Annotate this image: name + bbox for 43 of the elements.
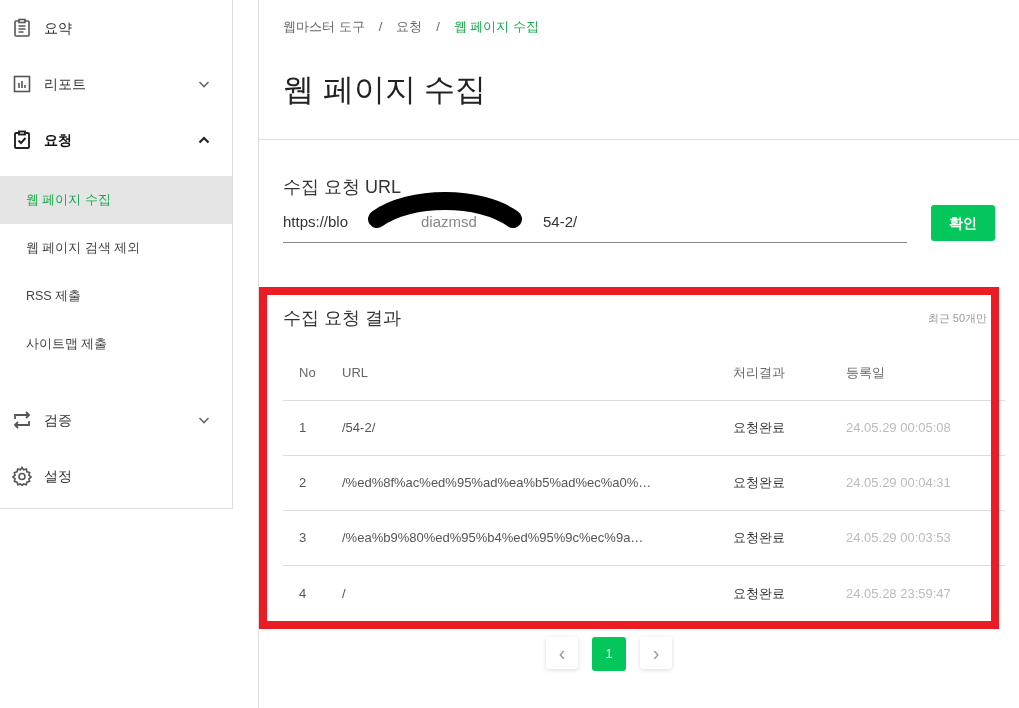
table-cell-text: 요청완료 <box>733 529 786 548</box>
breadcrumb-item: 웹 페이지 수집 <box>453 18 540 36</box>
sidebar-item[interactable]: 요청 <box>0 112 232 168</box>
submenu-item[interactable]: RSS 제출 <box>0 272 232 320</box>
table-cell-text: 24.05.29 00:03:53 <box>846 529 952 548</box>
section-title: 수집 요청 결과 <box>283 307 401 330</box>
column-header: 처리결과 <box>733 364 786 383</box>
table-cell-text: /%ea%b9%80%ed%95%b4%ed%95%9c%ec%9a… <box>342 529 645 548</box>
breadcrumb-item: 웹마스터 도구 <box>283 18 365 36</box>
column-header: URL <box>342 364 369 383</box>
table-cell-text: 요청완료 <box>733 584 786 603</box>
sidebar-item[interactable]: 요약 <box>0 0 232 56</box>
table-cell-text: 2 <box>298 474 308 493</box>
table-cell-text: 요청완료 <box>733 419 786 438</box>
list-note: 최근 50개만 <box>927 311 987 327</box>
field-label: 수집 요청 URL <box>283 176 401 199</box>
settings-icon <box>12 466 32 486</box>
table-cell-text: 24.05.28 23:59:47 <box>846 584 952 603</box>
bar-chart-icon <box>12 74 32 94</box>
breadcrumb-item: 요청 <box>396 18 423 36</box>
url-input-field[interactable]: https://blo diazmsd 54-2/ <box>283 203 907 243</box>
table-cell-text: 4 <box>298 584 308 603</box>
sidebar-item[interactable]: 설정 <box>0 448 232 504</box>
table-cell-text: 24.05.29 00:04:31 <box>846 474 952 493</box>
table-cell-text: 요청완료 <box>733 474 786 493</box>
clipboard-check-icon <box>12 130 32 150</box>
table-cell-text: 24.05.29 00:05:08 <box>846 419 952 438</box>
sidebar-item[interactable]: 리포트 <box>0 56 232 112</box>
table-cell-text: 1 <box>298 419 308 438</box>
submenu-item[interactable]: 사이트맵 제출 <box>0 320 232 368</box>
table-cell-text: 3 <box>298 529 308 548</box>
breadcrumb-item: / <box>378 18 383 36</box>
sidebar-item[interactable]: 검증 <box>0 392 232 448</box>
column-header: 등록일 <box>846 364 886 383</box>
swap-arrows-icon <box>12 410 32 430</box>
table-cell-text: /%ed%8f%ac%ed%95%ad%ea%b5%ad%ec%a0%… <box>342 474 653 493</box>
page-title: 웹 페이지 수집 <box>283 70 488 109</box>
submenu-item[interactable]: 웹 페이지 검색 제외 <box>0 224 232 272</box>
clipboard-icon <box>12 18 32 38</box>
breadcrumb-item: / <box>436 18 440 36</box>
column-header: No <box>298 364 317 383</box>
table-cell-text: / <box>342 584 347 603</box>
table-cell-text: /54-2/ <box>342 419 377 438</box>
